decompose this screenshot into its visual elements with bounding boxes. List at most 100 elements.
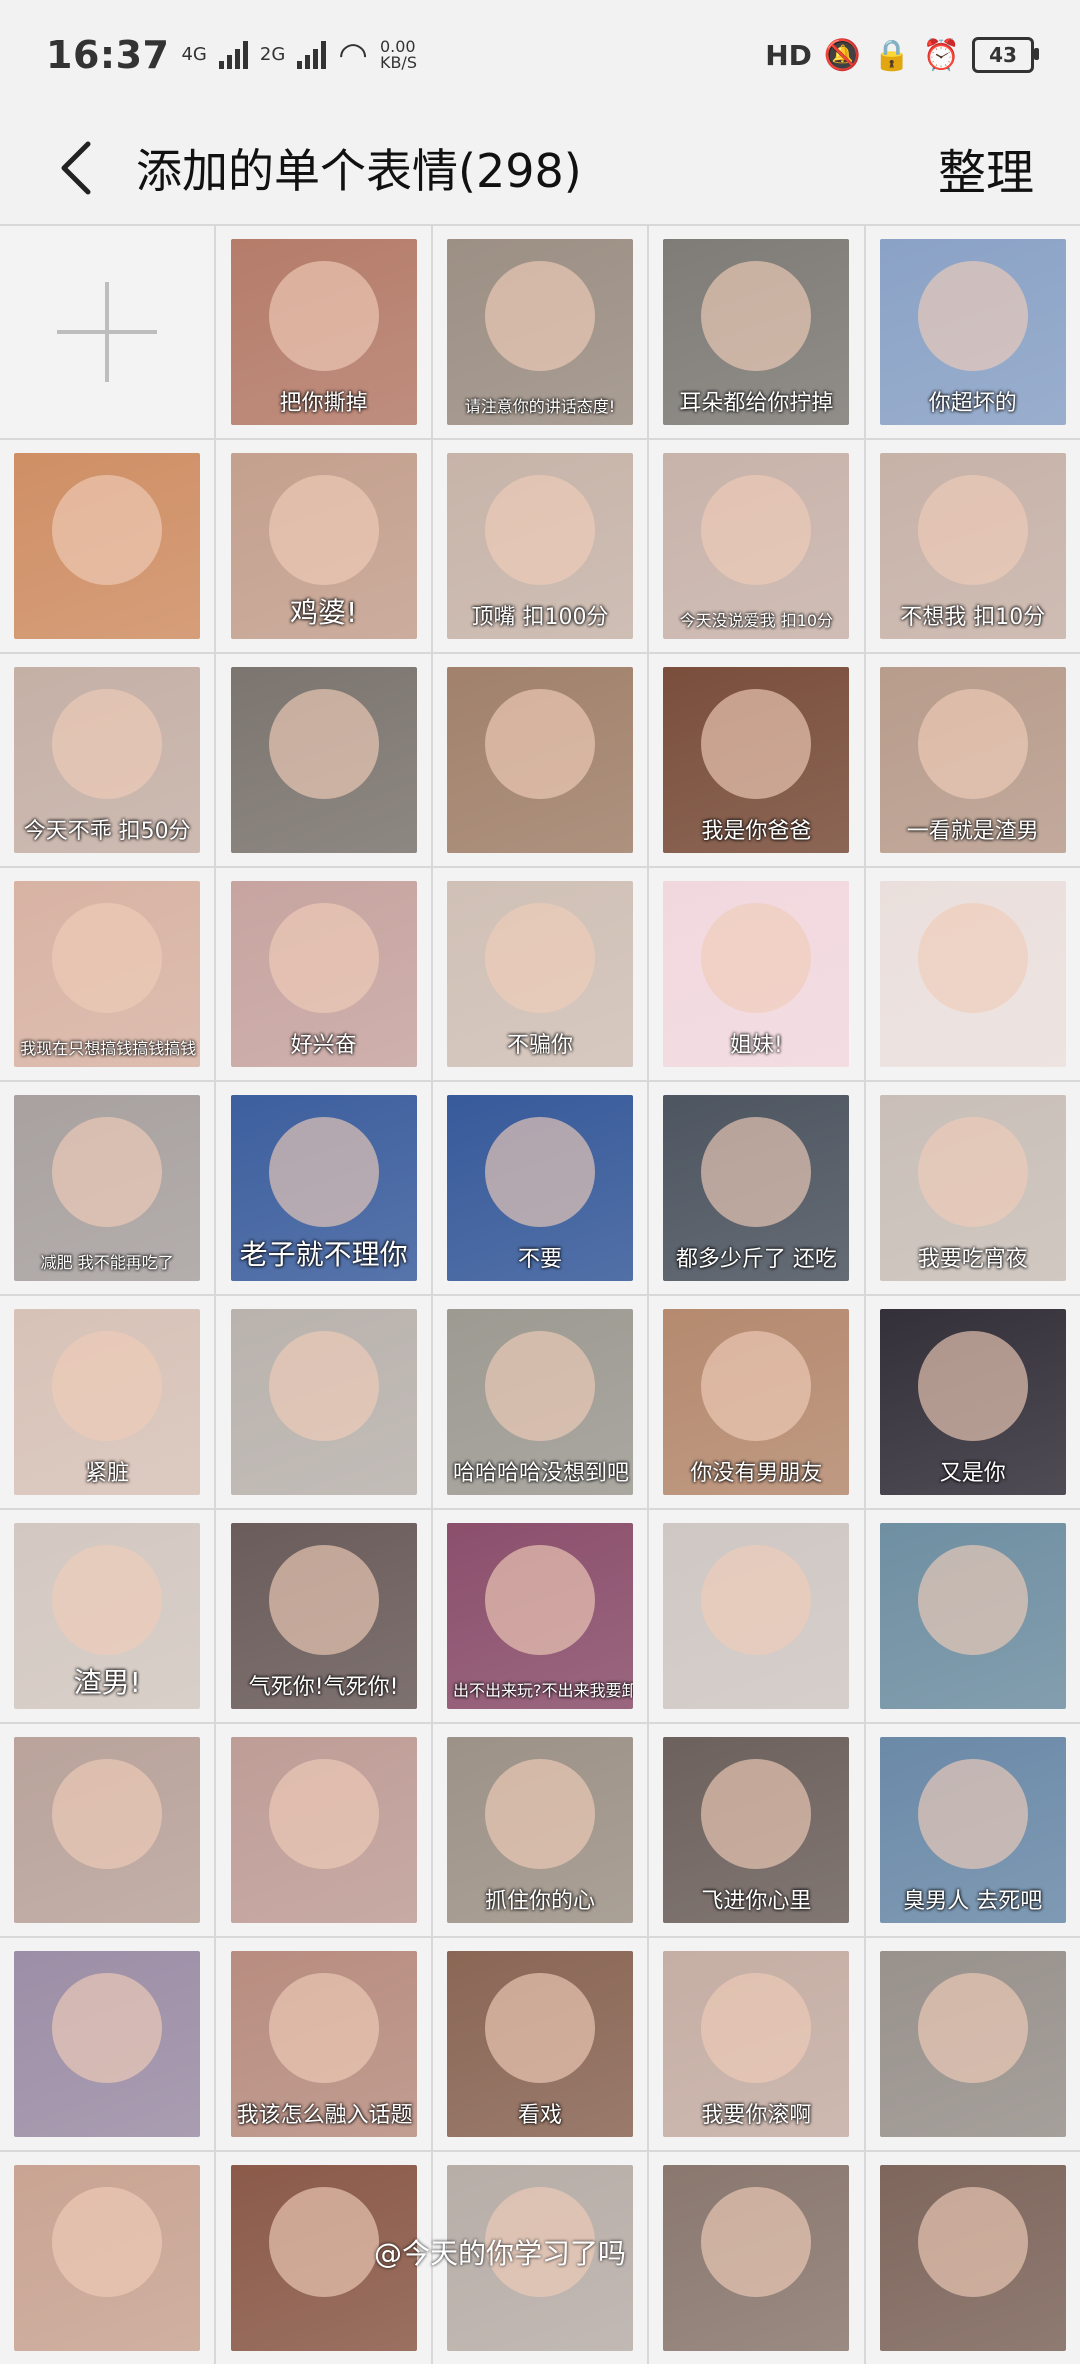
sticker-caption: 我现在只想搞钱搞钱搞钱 [20, 1039, 197, 1058]
sticker-cell[interactable]: 今天不乖 扣50分 [0, 654, 215, 866]
sticker-face-shape [52, 1973, 163, 2083]
sticker-cell[interactable]: 老子就不理你 [216, 1082, 431, 1294]
organize-button[interactable]: 整理 [938, 133, 1034, 203]
sticker-cell[interactable]: 好兴奋 [216, 868, 431, 1080]
sticker-image [14, 1737, 201, 1923]
sticker-cell[interactable]: 姐妹! [649, 868, 864, 1080]
sticker-face-shape [52, 1117, 163, 1227]
sticker-image: 紧脏 [14, 1309, 201, 1495]
sticker-image: 我要你滚啊 [663, 1951, 850, 2137]
sticker-face-shape [484, 475, 595, 585]
sticker-cell[interactable]: 不骗你 [432, 868, 648, 1080]
sticker-face-shape [268, 903, 379, 1013]
sticker-image: 又是你 [879, 1309, 1066, 1495]
sticker-face-shape [701, 1545, 812, 1655]
sticker-cell[interactable]: 你超坏的 [865, 226, 1080, 438]
sticker-image [663, 2165, 850, 2351]
add-sticker-button[interactable] [0, 226, 215, 438]
sticker-cell[interactable]: 一看就是渣男 [865, 654, 1080, 866]
sticker-cell[interactable]: 我现在只想搞钱搞钱搞钱 [0, 868, 215, 1080]
sticker-cell[interactable]: 顶嘴 扣100分 [432, 440, 648, 652]
sticker-cell[interactable]: 又是你 [865, 1296, 1080, 1508]
plus-icon [57, 282, 158, 382]
sticker-cell[interactable]: 我要吃宵夜 [865, 1082, 1080, 1294]
sticker-image [230, 667, 417, 853]
sticker-cell[interactable]: 你没有男朋友 [649, 1296, 864, 1508]
sticker-image [663, 1523, 850, 1709]
sticker-cell[interactable] [865, 1510, 1080, 1722]
signal-icon [218, 41, 248, 69]
sticker-cell[interactable] [432, 654, 648, 866]
sticker-face-shape [917, 475, 1028, 585]
sticker-image: 我是你爸爸 [663, 667, 850, 853]
sticker-cell[interactable] [649, 2152, 864, 2364]
sticker-image: 都多少斤了 还吃 [663, 1095, 850, 1281]
sticker-image: 气死你!气死你! [230, 1523, 417, 1709]
sticker-cell[interactable]: 不想我 扣10分 [865, 440, 1080, 652]
sticker-image: 你没有男朋友 [663, 1309, 850, 1495]
sticker-face-shape [484, 261, 595, 371]
sticker-cell[interactable]: 看戏 [432, 1938, 648, 2150]
sticker-face-shape [484, 1973, 595, 2083]
sticker-caption: 又是你 [939, 1461, 1006, 1486]
sticker-face-shape [52, 689, 163, 799]
sticker-caption: 渣男! [73, 1666, 141, 1699]
sticker-cell[interactable]: 臭男人 去死吧 [865, 1724, 1080, 1936]
sticker-face-shape [268, 1973, 379, 2083]
sticker-cell[interactable]: 请注意你的讲话态度! [432, 226, 648, 438]
hd-label: HD [765, 38, 812, 72]
sticker-caption: 姐妹! [729, 1033, 783, 1058]
sticker-face-shape [484, 1331, 595, 1441]
sticker-cell[interactable] [865, 868, 1080, 1080]
sticker-cell[interactable] [216, 1724, 431, 1936]
network-2g-label: 2G [259, 44, 286, 65]
sticker-face-shape [484, 689, 595, 799]
sticker-face-shape [52, 2187, 163, 2297]
sticker-cell[interactable]: 哈哈哈哈没想到吧 [432, 1296, 648, 1508]
sticker-face-shape [484, 1759, 595, 1869]
sticker-face-shape [917, 1973, 1028, 2083]
sticker-cell[interactable]: 减肥 我不能再吃了 [0, 1082, 215, 1294]
speed-unit: KB/S [379, 53, 417, 72]
sticker-cell[interactable] [0, 440, 215, 652]
sticker-cell[interactable]: 飞进你心里 [649, 1724, 864, 1936]
sticker-cell[interactable]: 渣男! [0, 1510, 215, 1722]
sticker-cell[interactable]: 紧脏 [0, 1296, 215, 1508]
sticker-cell[interactable]: 我要你滚啊 [649, 1938, 864, 2150]
sticker-image [14, 453, 201, 639]
sticker-cell[interactable]: 我该怎么融入话题 [216, 1938, 431, 2150]
sticker-cell[interactable]: 耳朵都给你拧掉 [649, 226, 864, 438]
sticker-cell[interactable]: 鸡婆! [216, 440, 431, 652]
sticker-cell[interactable]: 今天没说爱我 扣10分 [649, 440, 864, 652]
sticker-image: 不要 [446, 1095, 633, 1281]
sticker-cell[interactable]: 把你撕掉 [216, 226, 431, 438]
sticker-cell[interactable] [0, 2152, 215, 2364]
sticker-caption: 不想我 扣10分 [900, 605, 1046, 630]
lock-rotation-icon: 🔒 [873, 37, 911, 73]
sticker-cell[interactable] [216, 654, 431, 866]
sticker-cell[interactable]: 气死你!气死你! [216, 1510, 431, 1722]
back-button[interactable] [46, 138, 106, 198]
sticker-image: 臭男人 去死吧 [879, 1737, 1066, 1923]
sticker-cell[interactable]: 我是你爸爸 [649, 654, 864, 866]
sticker-cell[interactable]: 都多少斤了 还吃 [649, 1082, 864, 1294]
sticker-image: 你超坏的 [879, 239, 1066, 425]
sticker-cell[interactable] [649, 1510, 864, 1722]
sticker-face-shape [701, 475, 812, 585]
sticker-cell[interactable] [216, 1296, 431, 1508]
sticker-cell[interactable] [0, 1724, 215, 1936]
sticker-caption: 老子就不理你 [239, 1238, 408, 1271]
sticker-cell[interactable] [0, 1938, 215, 2150]
sticker-caption: 不要 [517, 1247, 562, 1272]
sticker-image [879, 2165, 1066, 2351]
sticker-cell[interactable]: 出不出来玩?不出来我要卸妆了 [432, 1510, 648, 1722]
page-title: 添加的单个表情(298) [136, 144, 582, 198]
sticker-face-shape [701, 903, 812, 1013]
sticker-cell[interactable]: 抓住你的心 [432, 1724, 648, 1936]
sticker-image: 鸡婆! [230, 453, 417, 639]
sticker-cell[interactable] [865, 1938, 1080, 2150]
sticker-image: 不骗你 [446, 881, 633, 1067]
sticker-cell[interactable] [865, 2152, 1080, 2364]
sticker-image: 一看就是渣男 [879, 667, 1066, 853]
sticker-cell[interactable]: 不要 [432, 1082, 648, 1294]
